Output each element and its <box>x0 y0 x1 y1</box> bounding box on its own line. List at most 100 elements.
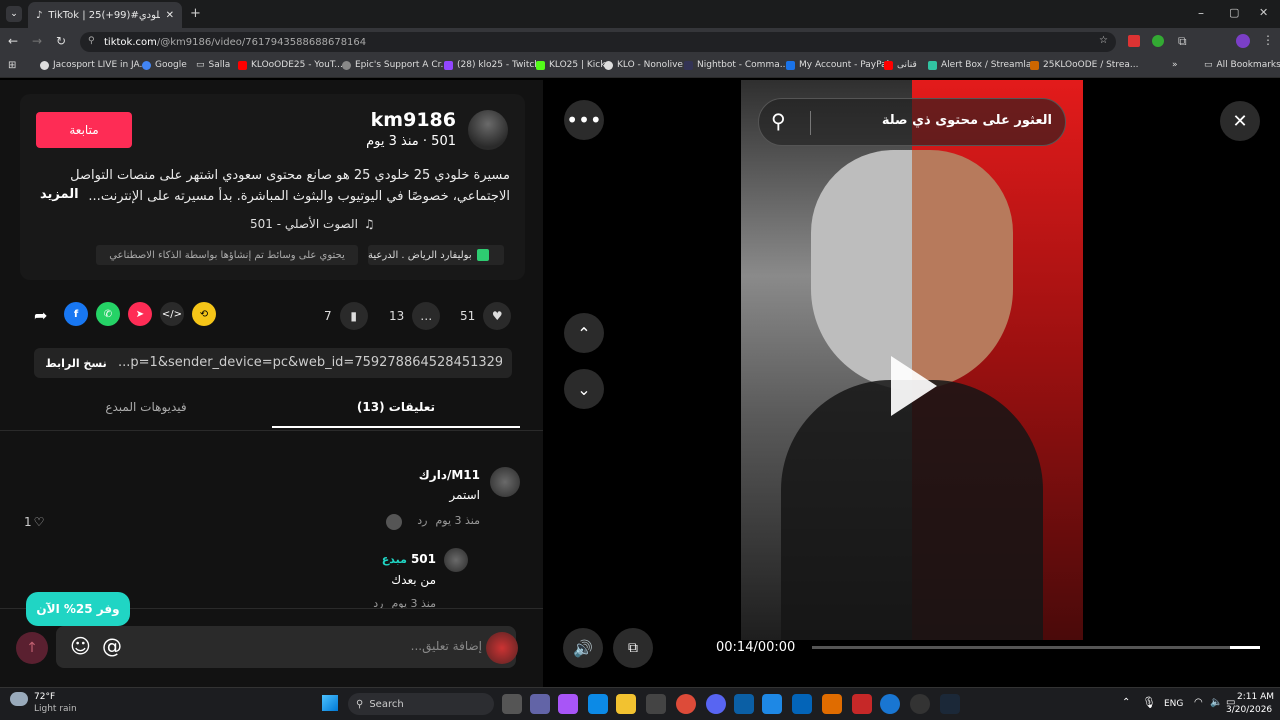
new-tab-icon[interactable]: + <box>190 6 201 21</box>
sound-link[interactable]: ♫ الصوت الأصلي - 501 <box>250 217 508 231</box>
back-icon[interactable]: ← <box>8 34 18 48</box>
comment-avatar[interactable] <box>444 548 468 572</box>
creator-avatar[interactable] <box>468 110 508 150</box>
reply-button[interactable]: رد <box>373 598 383 608</box>
obs-icon[interactable] <box>910 694 930 714</box>
emoji-icon[interactable]: ☺ <box>70 634 91 658</box>
promo-badge[interactable]: وفر 25% الآن <box>26 592 130 626</box>
more-options-button[interactable]: ••• <box>564 100 604 140</box>
clock-time[interactable]: 2:11 AM <box>1237 692 1274 702</box>
bookmark-4[interactable]: KLOoODE25 - YouT... <box>238 60 343 70</box>
comment-icon[interactable]: … <box>412 302 441 330</box>
comment-like[interactable]: 1 ♡ <box>24 515 44 529</box>
teams-icon[interactable] <box>530 694 550 714</box>
bookmark-star-icon[interactable]: ☆ <box>1099 35 1108 46</box>
discord-icon[interactable] <box>706 694 726 714</box>
user-avatar[interactable] <box>486 632 518 664</box>
bookmark-13[interactable]: 25KLOoODE / Strea... <box>1030 60 1138 70</box>
wifi-icon[interactable]: ◠ <box>1194 697 1203 708</box>
previous-video-button[interactable]: ⌃ <box>564 313 604 353</box>
comment-author[interactable]: 501 <box>411 552 436 566</box>
bookmark-1[interactable]: Jacosport LIVE in JA... <box>40 60 148 70</box>
task-view-icon[interactable] <box>502 694 522 714</box>
creator-username[interactable]: km9186 <box>250 109 456 131</box>
bookmark-3[interactable]: ▭ Salla <box>196 60 230 70</box>
adblock-icon[interactable] <box>1128 35 1140 47</box>
extension-icon[interactable] <box>1152 35 1164 47</box>
windows-start-icon[interactable] <box>322 695 338 711</box>
language-indicator[interactable]: ENG <box>1164 699 1183 709</box>
chevron-up-icon[interactable]: ⌃ <box>1122 697 1130 708</box>
chrome-icon[interactable] <box>676 694 696 714</box>
menu-icon[interactable]: ⋮ <box>1262 33 1274 47</box>
more-link[interactable]: المزيد <box>40 187 79 202</box>
weather-icon[interactable] <box>10 692 28 706</box>
all-bookmarks[interactable]: ▭ All Bookmarks <box>1204 60 1280 70</box>
comment-input[interactable]: ☺ @ إضافة تعليق... <box>56 626 516 668</box>
copilot-icon[interactable] <box>558 694 578 714</box>
outlook-icon[interactable] <box>792 694 812 714</box>
floating-player-button[interactable]: ⧉ <box>613 628 653 668</box>
microphone-icon[interactable]: 🎙 <box>1142 696 1156 709</box>
heart-icon[interactable]: ♥ <box>483 302 512 330</box>
apps-grid-icon[interactable]: ⊞ <box>8 60 16 71</box>
app-icon-3[interactable] <box>880 694 900 714</box>
edge-icon[interactable] <box>588 694 608 714</box>
whatsapp-icon[interactable]: ✆ <box>96 302 120 326</box>
app-icon-2[interactable] <box>852 694 872 714</box>
store-icon[interactable] <box>646 694 666 714</box>
app-icon[interactable] <box>822 694 842 714</box>
bookmark-2[interactable]: Google <box>142 60 187 70</box>
next-video-button[interactable]: ⌄ <box>564 369 604 409</box>
site-info-icon[interactable]: ⚲ <box>88 36 95 46</box>
share-arrow-icon[interactable]: ➦ <box>34 306 47 325</box>
facebook-icon[interactable]: f <box>64 302 88 326</box>
bookmark-10[interactable]: My Account - PayPal <box>786 60 889 70</box>
bookmark-8[interactable]: KLO - Nonolive <box>604 60 683 70</box>
repost-icon[interactable]: ⟲ <box>192 302 216 326</box>
extensions-puzzle-icon[interactable]: ⧉ <box>1178 34 1187 49</box>
progress-bar[interactable] <box>812 646 1260 649</box>
copy-link-button[interactable]: نسخ الرابط <box>36 350 116 376</box>
close-window-icon[interactable]: ✕ <box>1259 6 1268 19</box>
maximize-icon[interactable]: ▢ <box>1229 6 1239 19</box>
send-comment-button[interactable]: ↑ <box>16 632 48 664</box>
reply-button[interactable]: رد <box>417 514 427 527</box>
send-icon[interactable]: ➤ <box>128 302 152 326</box>
bookmark-5[interactable]: Epic's Support A Cr... <box>342 60 449 70</box>
url-field[interactable]: ⚲ tiktok.com /@km9186/video/761794358868… <box>80 32 1116 52</box>
minimize-icon[interactable]: – <box>1198 6 1204 20</box>
reload-icon[interactable]: ↻ <box>56 34 66 48</box>
saves-stat[interactable]: 7 ▮ <box>324 302 368 330</box>
video-frame[interactable] <box>741 80 1083 640</box>
location-chip[interactable]: بوليفارد الرياض . الدرعية <box>368 245 504 265</box>
embed-icon[interactable]: </> <box>160 302 184 326</box>
close-tab-icon[interactable]: ✕ <box>166 10 174 21</box>
taskbar-search[interactable]: ⚲ Search <box>348 693 494 715</box>
tab-creator-videos[interactable]: فيديوهات المبدع <box>20 400 272 414</box>
mention-icon[interactable]: @ <box>102 634 122 658</box>
forward-icon[interactable]: → <box>32 34 42 48</box>
volume-button[interactable]: 🔊 <box>563 628 603 668</box>
bookmark-9[interactable]: Nightbot - Comma... <box>684 60 788 70</box>
bookmark-12[interactable]: Alert Box / Streamla... <box>928 60 1040 70</box>
bookmark-7[interactable]: KLO25 | Kick <box>536 60 605 70</box>
chevron-right-icon[interactable]: » <box>1172 60 1178 70</box>
volume-icon[interactable]: 🔈 <box>1210 697 1222 708</box>
bookmark-6[interactable]: (28) klo25 - Twitch <box>444 60 540 70</box>
file-explorer-icon[interactable] <box>616 694 636 714</box>
tab-search-icon[interactable]: ⌄ <box>6 6 22 22</box>
share-link[interactable]: ...p=1&sender_device=pc&web_id=759278864… <box>118 355 502 370</box>
close-viewer-button[interactable]: ✕ <box>1220 101 1260 141</box>
comments-stat[interactable]: 13 … <box>389 302 441 330</box>
visual-studio-icon[interactable] <box>734 694 754 714</box>
likes-stat[interactable]: 51 ♥ <box>460 302 512 330</box>
comment-author[interactable]: M11/دارك <box>300 468 480 482</box>
play-icon[interactable] <box>891 356 937 416</box>
tab-comments[interactable]: (13) تعليقات <box>272 400 520 414</box>
bookmark-11[interactable]: قنانى <box>884 60 917 70</box>
heart-outline-icon[interactable]: ♡ <box>34 515 45 529</box>
bookmark-icon[interactable]: ▮ <box>339 302 368 330</box>
clock-date[interactable]: 3/20/2026 <box>1226 705 1272 715</box>
tab-active[interactable]: ♪ TikTok | 25خلودي#(99+) ✕ <box>28 2 182 28</box>
